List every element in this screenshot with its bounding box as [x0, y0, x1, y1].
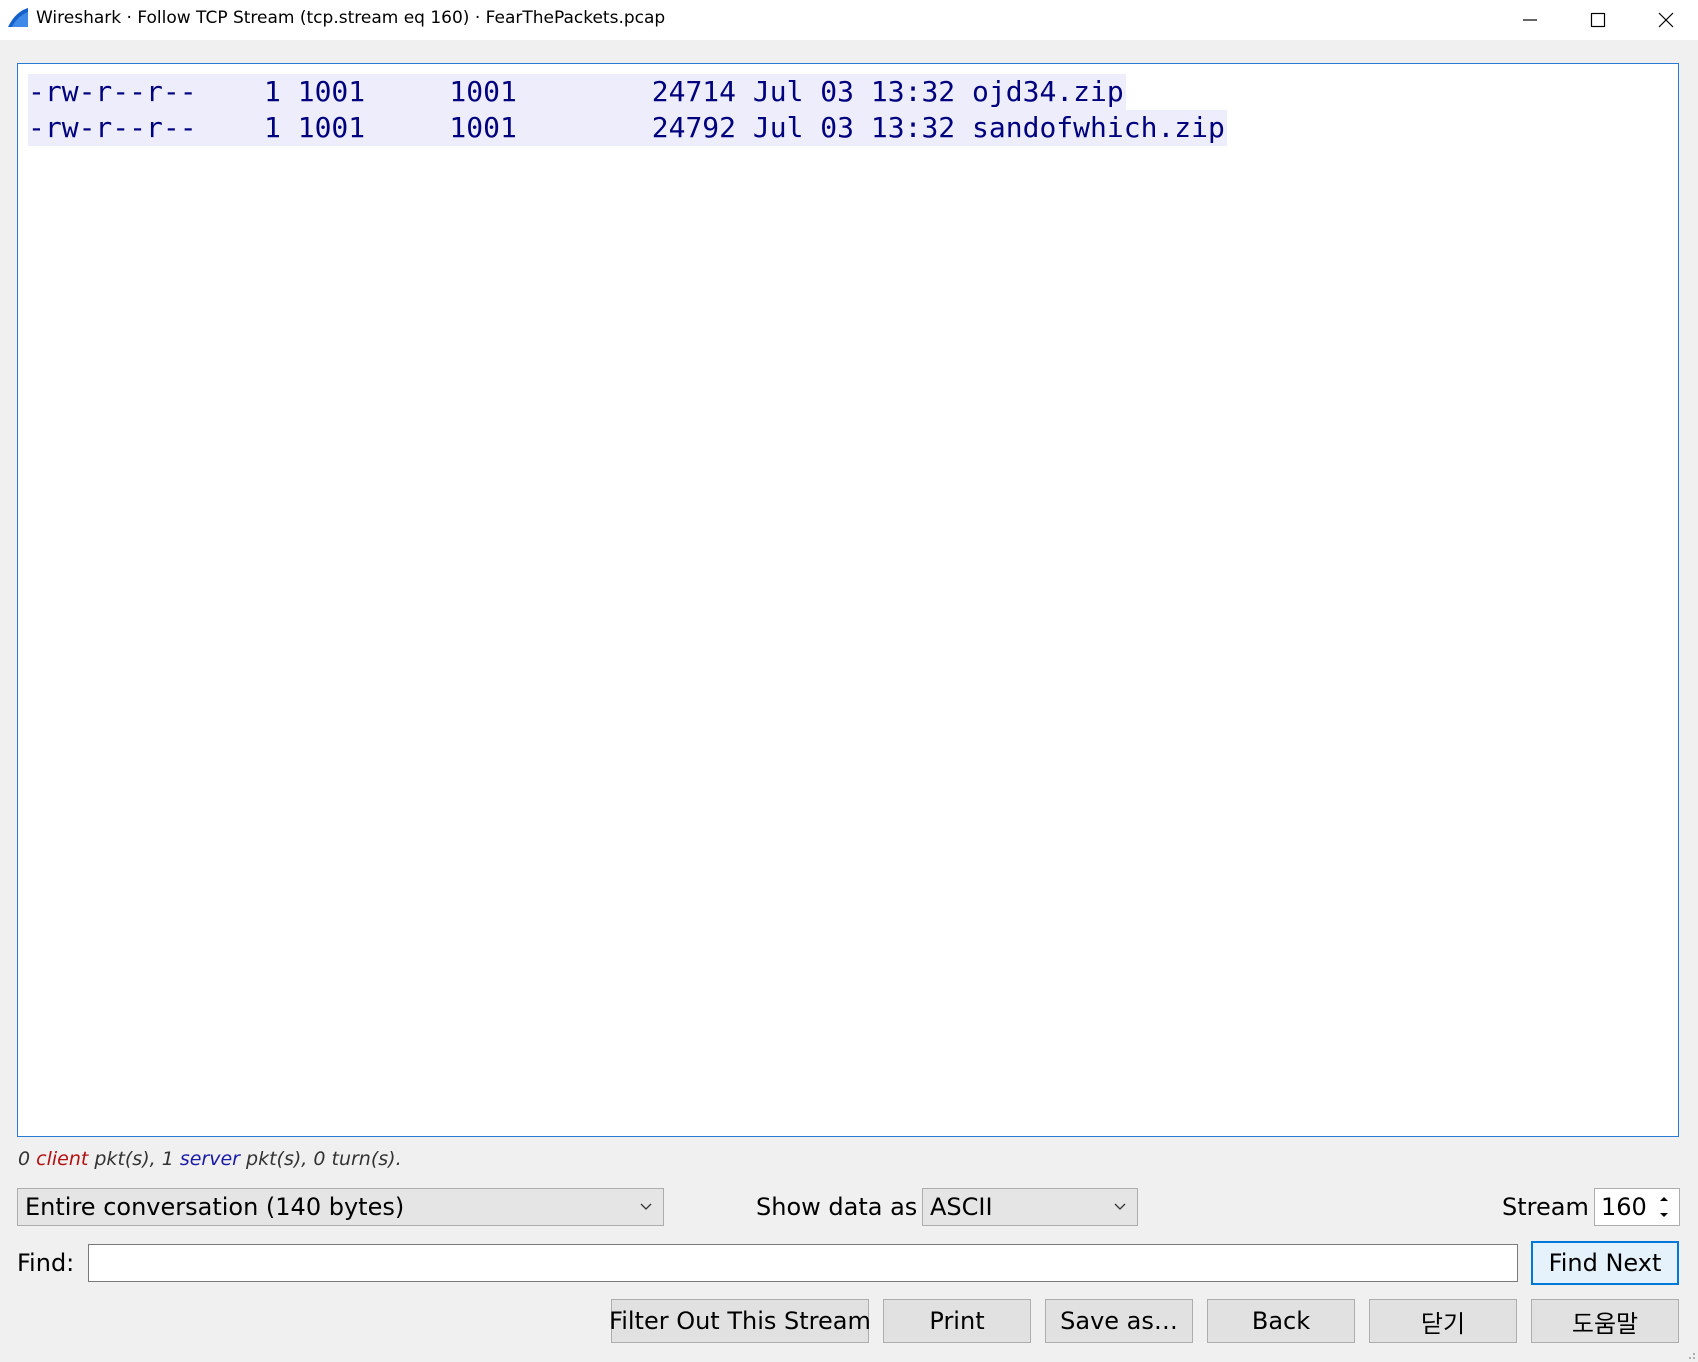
turn-count: 0 turn(s). — [313, 1148, 402, 1170]
title-bar[interactable]: Wireshark · Follow TCP Stream (tcp.strea… — [0, 0, 1698, 40]
pkt-suffix: pkt(s), — [94, 1148, 156, 1170]
minimize-button[interactable] — [1496, 0, 1564, 40]
conversation-select-value: Entire conversation (140 bytes) — [25, 1193, 405, 1221]
minimize-icon — [1523, 19, 1537, 21]
close-button[interactable]: 닫기 — [1369, 1299, 1517, 1343]
back-button[interactable]: Back — [1207, 1299, 1355, 1343]
show-data-select-value: ASCII — [930, 1193, 993, 1221]
server-label: server — [179, 1148, 240, 1170]
save-as-button[interactable]: Save as… — [1045, 1299, 1193, 1343]
caret-up-icon — [1660, 1197, 1668, 1201]
help-button[interactable]: 도움말 — [1531, 1299, 1679, 1343]
close-window-button[interactable] — [1632, 0, 1698, 40]
stream-line-server: -rw-r--r-- 1 1001 1001 24792 Jul 03 13:3… — [28, 110, 1227, 146]
stream-content-area[interactable]: -rw-r--r-- 1 1001 1001 24714 Jul 03 13:3… — [17, 63, 1679, 1137]
find-label: Find: — [17, 1249, 75, 1277]
wireshark-fin-icon — [8, 8, 28, 27]
conversation-select[interactable]: Entire conversation (140 bytes) — [17, 1188, 664, 1226]
maximize-button[interactable] — [1564, 0, 1632, 40]
maximize-icon — [1590, 12, 1606, 28]
stream-line-server: -rw-r--r-- 1 1001 1001 24714 Jul 03 13:3… — [28, 74, 1126, 110]
show-data-select[interactable]: ASCII — [922, 1188, 1138, 1226]
find-input[interactable] — [88, 1244, 1518, 1282]
show-data-label: Show data as — [756, 1193, 918, 1221]
pkt-suffix: pkt(s), — [246, 1148, 308, 1170]
stream-label: Stream — [1502, 1193, 1589, 1221]
caret-down-icon — [1660, 1213, 1668, 1217]
follow-tcp-stream-window: Wireshark · Follow TCP Stream (tcp.strea… — [0, 0, 1698, 1362]
print-button[interactable]: Print — [883, 1299, 1031, 1343]
server-count: 1 — [161, 1148, 174, 1170]
stream-number-value: 160 — [1601, 1193, 1647, 1221]
packet-stats: 0 client pkt(s), 1 server pkt(s), 0 turn… — [18, 1148, 402, 1170]
spin-down-button[interactable] — [1651, 1207, 1677, 1223]
stream-number-spinbox[interactable]: 160 — [1594, 1188, 1680, 1226]
close-icon — [1658, 12, 1674, 28]
resize-grip-icon[interactable] — [1684, 1348, 1696, 1360]
spin-arrows — [1651, 1191, 1677, 1223]
window-title: Wireshark · Follow TCP Stream (tcp.strea… — [36, 8, 666, 28]
client-label: client — [36, 1148, 89, 1170]
spin-up-button[interactable] — [1651, 1191, 1677, 1207]
chevron-down-icon — [1114, 1203, 1126, 1210]
filter-out-stream-button[interactable]: Filter Out This Stream — [609, 1299, 871, 1343]
chevron-down-icon — [640, 1203, 652, 1210]
client-count: 0 — [18, 1148, 31, 1170]
find-next-button[interactable]: Find Next — [1531, 1241, 1679, 1285]
